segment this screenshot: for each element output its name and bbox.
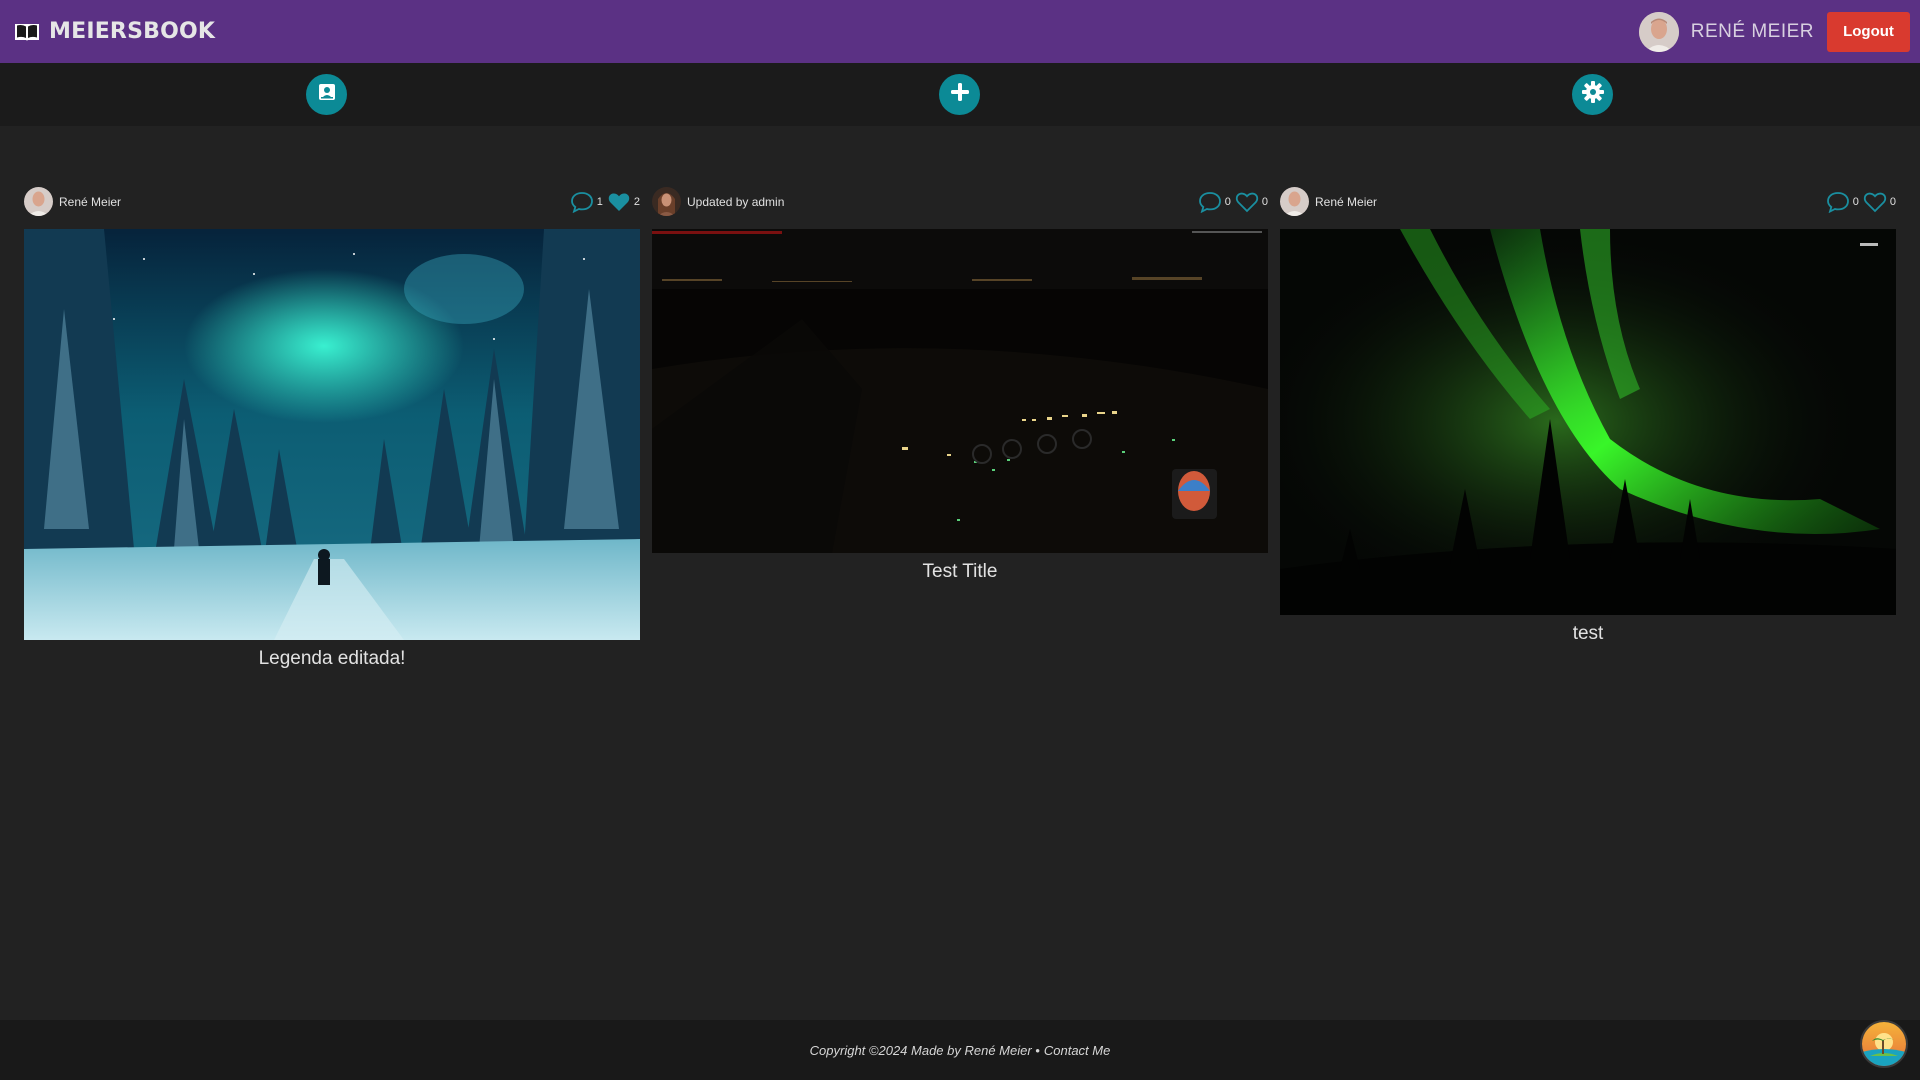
post-card: Updated by admin 0 0 Test Title — [652, 185, 1268, 582]
post-stats: 1 2 — [570, 185, 640, 218]
settings-button[interactable] — [1572, 74, 1613, 115]
post-author[interactable]: René Meier — [1315, 195, 1377, 209]
theme-toggle-button[interactable] — [1860, 1020, 1908, 1068]
footer: Copyright ©2024 Made by René Meier • Con… — [0, 1020, 1920, 1080]
post-header: René Meier 0 0 — [1280, 185, 1896, 218]
comment-icon[interactable] — [1198, 191, 1222, 213]
user-avatar[interactable] — [1638, 11, 1679, 52]
post-author[interactable]: René Meier — [59, 195, 121, 209]
heart-filled-icon[interactable] — [607, 191, 631, 213]
post-image[interactable] — [24, 229, 640, 640]
brand-title: MEIERSBOOK — [49, 19, 216, 44]
author-avatar[interactable] — [24, 187, 53, 216]
post-stats: 0 0 — [1198, 185, 1268, 218]
copyright-text: Copyright ©2024 Made by René Meier • — [809, 1042, 1040, 1058]
user-name: RENÉ MEIER — [1690, 20, 1814, 42]
post-card: René Meier 0 0 test — [1280, 185, 1896, 644]
plus-icon — [949, 81, 971, 108]
add-post-button[interactable] — [939, 74, 980, 115]
comment-count: 0 — [1224, 195, 1231, 208]
post-image[interactable] — [652, 229, 1268, 553]
heart-outline-icon[interactable] — [1863, 191, 1887, 213]
post-stats: 0 0 — [1826, 185, 1896, 218]
like-count: 0 — [1261, 195, 1268, 208]
action-toolbar — [0, 63, 1920, 126]
gallery-button[interactable] — [306, 74, 347, 115]
post-card: René Meier 1 2 Legenda editada! — [24, 185, 640, 669]
post-author[interactable]: Updated by admin — [687, 195, 784, 209]
post-header: René Meier 1 2 — [24, 185, 640, 218]
contact-link[interactable]: Contact Me — [1044, 1043, 1110, 1058]
comment-count: 0 — [1852, 195, 1859, 208]
heart-outline-icon[interactable] — [1235, 191, 1259, 213]
like-count: 2 — [633, 195, 640, 208]
post-header: Updated by admin 0 0 — [652, 185, 1268, 218]
logout-button[interactable]: Logout — [1827, 11, 1910, 52]
brand[interactable]: MEIERSBOOK — [13, 19, 215, 44]
user-area: RENÉ MEIER Logout — [1638, 11, 1910, 52]
comment-icon[interactable] — [1826, 191, 1850, 213]
gear-icon — [1581, 80, 1605, 109]
author-avatar[interactable] — [652, 187, 681, 216]
portrait-image-icon — [317, 82, 337, 107]
top-navbar: MEIERSBOOK RENÉ MEIER Logout — [0, 0, 1920, 63]
like-count: 0 — [1889, 195, 1896, 208]
open-book-icon — [13, 21, 41, 43]
post-caption: test — [1572, 623, 1604, 644]
post-caption: Test Title — [922, 561, 998, 582]
post-caption: Legenda editada! — [258, 648, 406, 669]
comment-count: 1 — [596, 195, 603, 208]
author-avatar[interactable] — [1280, 187, 1309, 216]
post-image[interactable] — [1280, 229, 1896, 615]
comment-icon[interactable] — [570, 191, 594, 213]
